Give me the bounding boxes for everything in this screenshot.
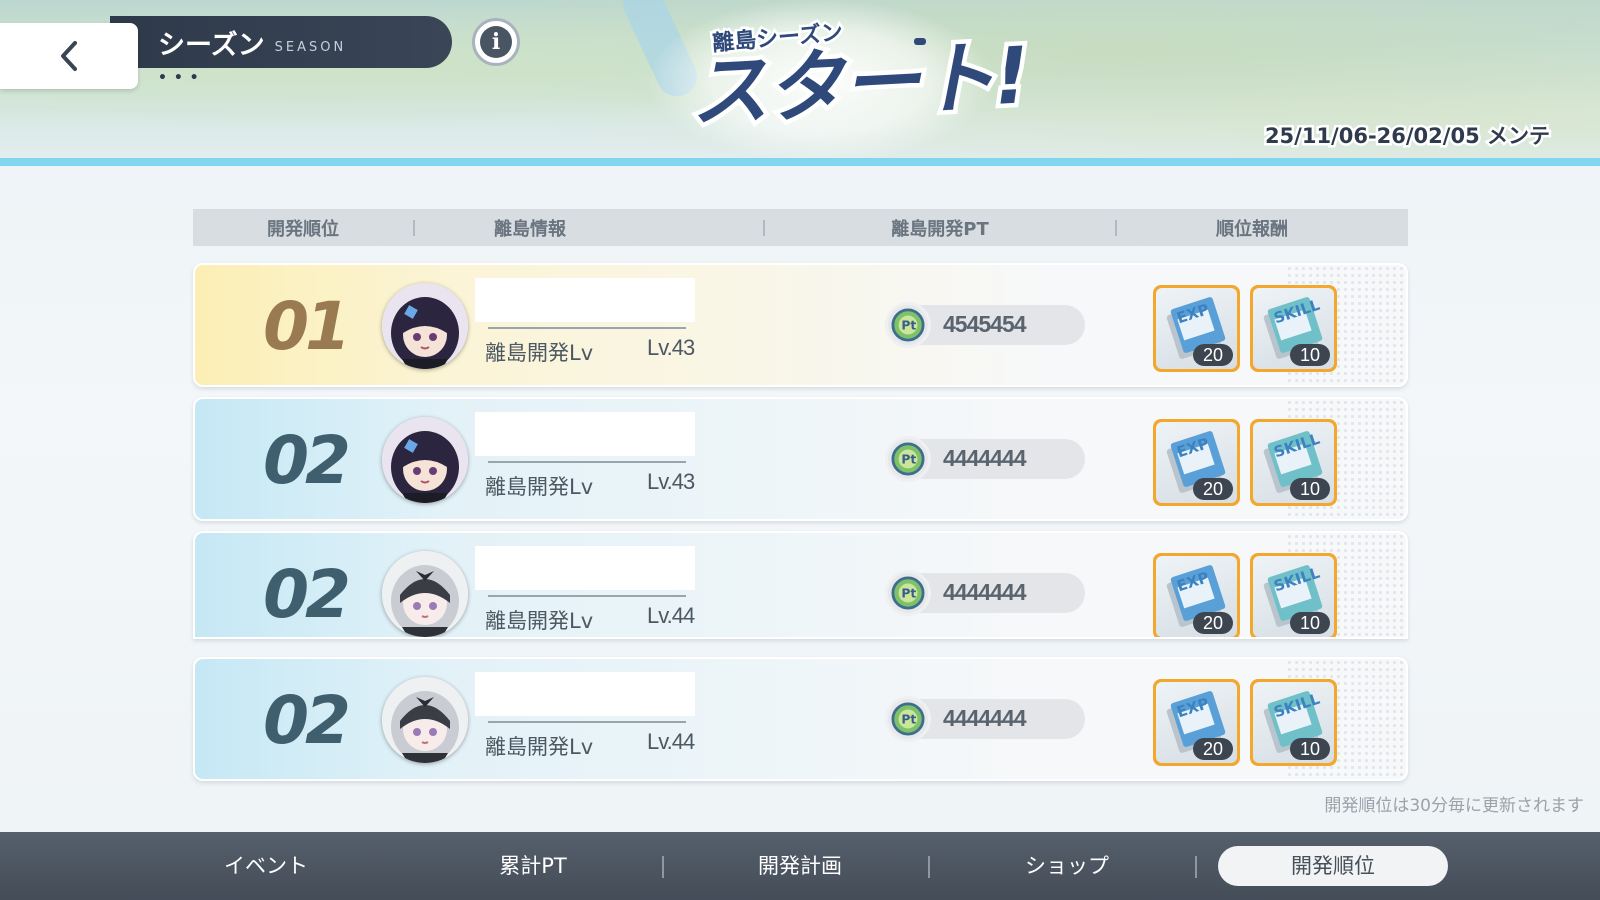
tab-shop[interactable]: ショップ [952,846,1182,886]
ranking-list[interactable]: 01 離島開発Lv Lv.43 Pt 4545454 EXP 20 SKILL 10 02 離島開発… [193,263,1408,791]
ranking-row[interactable]: 02 離島開発Lv Lv.44 Pt 4444444 EXP 20 SKILL 10 [193,657,1408,781]
player-name-redacted [475,278,695,322]
season-date-range: 25/11/06-26/02/05 メンテ [1262,122,1552,151]
player-avatar[interactable] [382,283,468,369]
island-level-label: 離島開発Lv [485,735,594,759]
name-underline [488,721,686,723]
reward-item[interactable]: SKILL 10 [1250,419,1337,506]
reward-quantity: 10 [1290,612,1330,634]
page-title-bar: シーズン SEASON [110,16,452,68]
skill-book-icon: SKILL 10 [1253,682,1334,763]
dev-pt-value: 4444444 [943,579,1027,605]
rank-number: 02 [263,556,351,633]
tab-dev-ranking[interactable]: 開発順位 [1218,846,1448,886]
reward-item[interactable]: SKILL 10 [1250,679,1337,766]
info-icon: i [480,26,512,58]
name-underline [488,327,686,329]
svg-text:Pt: Pt [901,587,916,601]
reward-item[interactable]: EXP 20 [1153,679,1240,766]
reward-item[interactable]: SKILL 10 [1250,553,1337,637]
player-avatar[interactable] [382,417,468,503]
dev-pt-value: 4545454 [943,311,1027,337]
exp-book-icon: EXP 20 [1156,682,1237,763]
skill-book-icon: SKILL 10 [1253,422,1334,503]
island-level-label: 離島開発Lv [485,341,594,365]
name-underline [488,461,686,463]
name-underline [488,595,686,597]
col-header-island-info: 離島情報 [494,218,566,240]
reward-quantity: 20 [1193,738,1233,760]
col-header-dev-pt: 離島開発PT [891,218,989,240]
reward-item[interactable]: SKILL 10 [1250,285,1337,372]
exp-book-icon: EXP 20 [1156,556,1237,637]
skill-book-icon: SKILL 10 [1253,556,1334,637]
tab-cumulative-pt[interactable]: 累計PT [418,846,648,886]
island-level-label: 離島開発Lv [485,609,594,633]
exp-book-icon: EXP 20 [1156,288,1237,369]
player-name-redacted [475,672,695,716]
chevron-left-icon [61,41,77,71]
reward-item[interactable]: EXP 20 [1153,419,1240,506]
island-level-label: 離島開発Lv [485,475,594,499]
reward-quantity: 10 [1290,478,1330,500]
info-button[interactable]: i [472,18,520,66]
pt-coin-icon: Pt [885,436,931,482]
player-avatar[interactable] [382,551,468,637]
back-button[interactable] [0,23,138,89]
pt-coin-icon: Pt [885,696,931,742]
tab-event[interactable]: イベント [151,846,381,886]
reward-quantity: 10 [1290,344,1330,366]
tab-divider [662,856,664,878]
player-name-redacted [475,546,695,590]
ranking-row[interactable]: 02 離島開発Lv Lv.43 Pt 4444444 EXP 20 SKILL 10 [193,397,1408,521]
reward-quantity: 10 [1290,738,1330,760]
rank-number: 02 [263,682,351,759]
island-level-value: Lv.43 [647,469,695,494]
reward-quantity: 20 [1193,478,1233,500]
tab-divider [1195,856,1197,878]
title-dots: • • • [158,70,200,86]
player-avatar[interactable] [382,677,468,763]
island-level-value: Lv.43 [647,335,695,360]
page-subtitle: SEASON [274,39,347,55]
col-header-reward: 順位報酬 [1216,218,1288,240]
skill-book-icon: SKILL 10 [1253,288,1334,369]
banner-accent-line [0,158,1600,166]
ranking-table-header: 開発順位 離島情報 離島開発PT 順位報酬 [193,209,1408,246]
rank-number: 01 [263,288,351,365]
rank-number: 02 [263,422,351,499]
island-level-value: Lv.44 [647,729,695,754]
dev-pt-value: 4444444 [943,445,1027,471]
bottom-tab-bar: イベント 累計PT 開発計画 ショップ 開発順位 [0,832,1600,900]
pt-coin-icon: Pt [885,570,931,616]
tab-dev-plan[interactable]: 開発計画 [685,846,915,886]
col-header-rank: 開発順位 [267,218,339,240]
svg-text:Pt: Pt [901,319,916,333]
tab-divider [928,856,930,878]
reward-quantity: 20 [1193,344,1233,366]
reward-item[interactable]: EXP 20 [1153,553,1240,637]
reward-item[interactable]: EXP 20 [1153,285,1240,372]
svg-text:Pt: Pt [901,453,916,467]
exp-book-icon: EXP 20 [1156,422,1237,503]
reward-quantity: 20 [1193,612,1233,634]
player-name-redacted [475,412,695,456]
page-title: シーズン [158,29,265,61]
ranking-row[interactable]: 02 離島開発Lv Lv.44 Pt 4444444 EXP 20 SKILL 10 [193,531,1408,639]
update-notice: 開発順位は30分毎に更新されます [1324,796,1584,816]
dev-pt-value: 4444444 [943,705,1027,731]
pt-coin-icon: Pt [885,302,931,348]
svg-text:Pt: Pt [901,713,916,727]
season-logo-title: スタート! [683,27,1034,144]
island-level-value: Lv.44 [647,603,695,628]
ranking-row[interactable]: 01 離島開発Lv Lv.43 Pt 4545454 EXP 20 SKILL 10 [193,263,1408,387]
